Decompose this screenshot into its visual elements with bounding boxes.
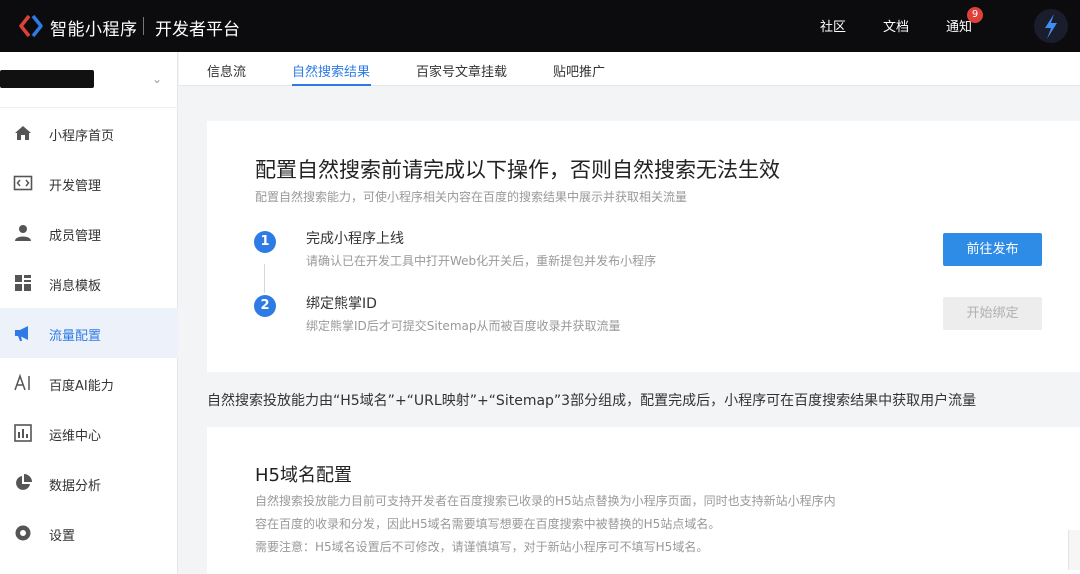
brand-divider <box>143 17 144 35</box>
notification-badge: 9 <box>967 7 983 23</box>
sidebar-item-traffic[interactable]: 流量配置 <box>0 308 178 358</box>
bind-id-button: 开始绑定 <box>943 297 1042 330</box>
sidebar-item-templates[interactable]: 消息模板 <box>0 258 178 308</box>
step-title: 完成小程序上线 <box>306 231 404 247</box>
pie-chart-icon <box>16 474 32 490</box>
home-icon <box>15 126 31 140</box>
search-notice: 自然搜索投放能力由“H5域名”+“URL映射”+“Sitemap”3部分组成，配… <box>207 393 977 409</box>
tab-baijiahao[interactable]: 百家号文章挂载 <box>416 61 507 80</box>
sidebar-item-label: 运维中心 <box>49 429 102 444</box>
tab-natural-search[interactable]: 自然搜索结果 <box>292 61 370 80</box>
sidebar-item-label: 成员管理 <box>49 229 102 244</box>
sidebar-item-label: 数据分析 <box>49 479 102 494</box>
sidebar-item-label: 开发管理 <box>49 179 102 194</box>
sidebar-item-label: 消息模板 <box>49 279 102 294</box>
h5-description-line: 需要注意：H5域名设置后不可修改，请谨慎填写，对于新站小程序可不填写H5域名。 <box>255 540 709 554</box>
sidebar-item-analytics[interactable]: 数据分析 <box>0 458 178 508</box>
avatar[interactable] <box>1034 9 1068 43</box>
sidebar-item-label: 小程序首页 <box>49 129 115 144</box>
gear-icon <box>15 525 31 541</box>
account-name-redacted <box>0 70 94 88</box>
sidebar-item-label: 百度AI能力 <box>49 379 114 394</box>
step-number: 2 <box>254 295 276 317</box>
code-icon <box>13 175 33 191</box>
h5-domain-card: H5域名配置 自然搜索投放能力目前可支持开发者在百度搜索已收录的H5站点替换为小… <box>207 427 1080 574</box>
logo-icon[interactable] <box>18 14 44 38</box>
top-bar: 智能小程序 开发者平台 社区 文档 通知 9 <box>0 0 1080 52</box>
tab-tieba[interactable]: 贴吧推广 <box>553 61 605 80</box>
sidebar-item-label: 设置 <box>49 529 76 544</box>
sidebar-item-members[interactable]: 成员管理 <box>0 208 178 258</box>
nav-docs-link[interactable]: 文档 <box>883 16 909 35</box>
setup-card: 配置自然搜索前请完成以下操作，否则自然搜索无法生效 配置自然搜索能力，可使小程序… <box>207 121 1080 372</box>
ai-icon <box>14 373 30 391</box>
publish-button[interactable]: 前往发布 <box>943 233 1042 266</box>
active-tab-indicator <box>292 84 371 86</box>
bar-chart-icon <box>14 424 32 442</box>
user-icon <box>15 225 31 241</box>
nav-community-link[interactable]: 社区 <box>820 16 846 35</box>
step-description: 请确认已在开发工具中打开Web化开关后，重新提包并发布小程序 <box>306 254 657 268</box>
setup-title: 配置自然搜索前请完成以下操作，否则自然搜索无法生效 <box>255 158 780 182</box>
sidebar-item-label: 流量配置 <box>49 329 102 344</box>
tab-feed[interactable]: 信息流 <box>207 61 246 80</box>
sidebar-item-settings[interactable]: 设置 <box>0 508 178 558</box>
template-icon <box>15 275 31 291</box>
step-connector <box>264 264 265 293</box>
sidebar-item-dev[interactable]: 开发管理 <box>0 158 178 208</box>
account-selector[interactable]: ⌄ <box>0 52 178 108</box>
h5-description-line: 自然搜索投放能力目前可支持开发者在百度搜索已收录的H5站点替换为小程序页面，同时… <box>255 494 836 508</box>
lightning-icon <box>1045 14 1057 39</box>
sidebar-item-ai[interactable]: 百度AI能力 <box>0 358 178 408</box>
platform-name: 开发者平台 <box>155 20 240 40</box>
sidebar: ⌄ 小程序首页 开发管理 成员管理 消息模板 流量配置 百度AI能力 运维中心 … <box>0 52 178 574</box>
h5-title: H5域名配置 <box>255 465 352 486</box>
step-title: 绑定熊掌ID <box>306 296 377 312</box>
brand-name[interactable]: 智能小程序 <box>50 15 138 40</box>
megaphone-icon <box>15 326 28 341</box>
sidebar-item-ops[interactable]: 运维中心 <box>0 408 178 458</box>
sidebar-item-home[interactable]: 小程序首页 <box>0 108 178 158</box>
chevron-down-icon: ⌄ <box>152 72 163 86</box>
step-number: 1 <box>254 231 276 253</box>
tab-bar: 信息流 自然搜索结果 百家号文章挂载 贴吧推广 <box>179 52 1080 86</box>
scrollbar[interactable] <box>1068 530 1080 570</box>
step-description: 绑定熊掌ID后才可提交Sitemap从而被百度收录并获取流量 <box>306 319 621 333</box>
setup-subtitle: 配置自然搜索能力，可使小程序相关内容在百度的搜索结果中展示并获取相关流量 <box>255 190 688 204</box>
h5-description-line: 容在百度的收录和分发，因此H5域名需要填写想要在百度搜索中被替换的H5站点域名。 <box>255 517 721 531</box>
